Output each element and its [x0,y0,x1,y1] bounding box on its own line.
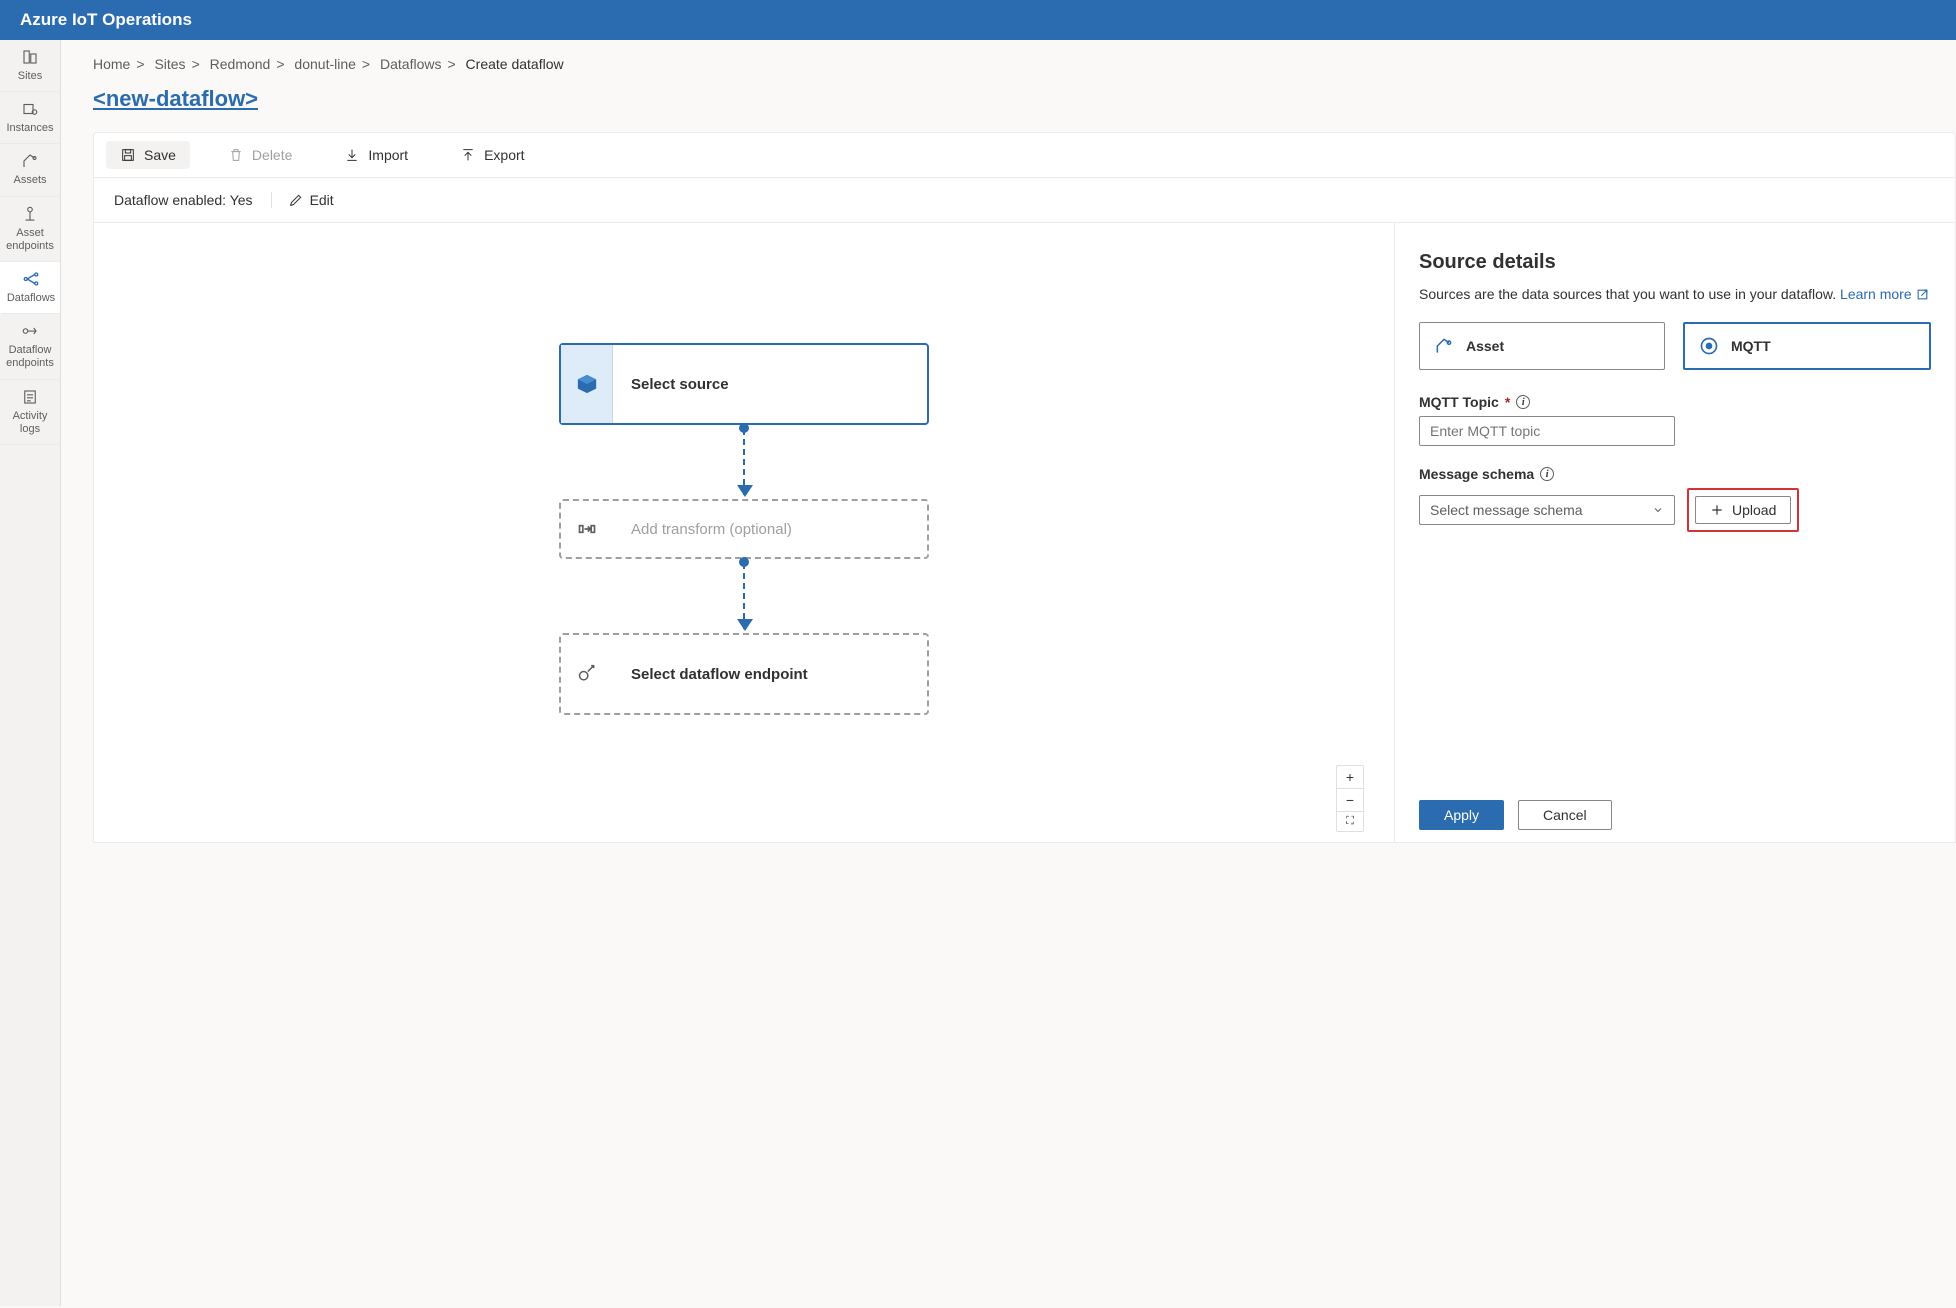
info-icon[interactable]: i [1540,467,1554,481]
breadcrumb-current: Create dataflow [466,56,564,72]
pencil-icon [288,192,304,208]
external-link-icon [1916,288,1929,301]
building-icon [21,48,39,66]
type-label: Asset [1466,338,1504,354]
select-endpoint-node[interactable]: Select dataflow endpoint [559,633,929,715]
sidebar-item-label: Dataflows [7,292,55,305]
app-title: Azure IoT Operations [20,10,192,29]
message-schema-select[interactable]: Select message schema [1419,495,1675,525]
asset-endpoint-icon [21,205,39,223]
plus-icon [1710,503,1724,517]
add-transform-node[interactable]: Add transform (optional) [559,499,929,559]
delete-label: Delete [252,147,292,163]
breadcrumb: Home> Sites> Redmond> donut-line> Datafl… [93,56,1956,72]
source-type-mqtt-button[interactable]: MQTT [1683,322,1931,370]
export-label: Export [484,147,524,163]
upload-highlight: Upload [1687,488,1799,532]
app-header: Azure IoT Operations [0,0,1956,40]
cube-lock-icon [21,100,39,118]
breadcrumb-sites[interactable]: Sites [154,56,185,72]
trash-icon [228,147,244,163]
main-content: Home> Sites> Redmond> donut-line> Datafl… [61,40,1956,1306]
sidebar-item-activity-logs[interactable]: Activity logs [0,380,60,445]
endpoint-icon [21,322,39,340]
breadcrumb-home[interactable]: Home [93,56,130,72]
panel-description: Sources are the data sources that you wa… [1419,286,1931,302]
sidebar-item-dataflow-endpoints[interactable]: Dataflow endpoints [0,314,60,379]
source-type-asset-button[interactable]: Asset [1419,322,1665,370]
apply-button[interactable]: Apply [1419,800,1504,830]
node-label: Select source [613,376,729,393]
arm-icon [1434,336,1454,356]
edit-enabled-button[interactable]: Edit [271,192,334,208]
dataflow-enabled-status: Dataflow enabled: Yes [114,192,253,208]
breadcrumb-dataflows[interactable]: Dataflows [380,56,441,72]
sidebar: Sites Instances Assets Asset endpoints D… [0,40,61,1306]
save-button[interactable]: Save [106,141,190,169]
panel-heading: Source details [1419,251,1931,274]
save-icon [120,147,136,163]
sidebar-item-label: Asset endpoints [2,227,58,253]
save-label: Save [144,147,176,163]
upload-button[interactable]: Upload [1695,496,1791,524]
node-label: Select dataflow endpoint [613,666,808,683]
cancel-button[interactable]: Cancel [1518,800,1612,830]
sidebar-item-asset-endpoints[interactable]: Asset endpoints [0,197,60,262]
zoom-in-button[interactable]: + [1337,766,1363,789]
sidebar-item-label: Sites [18,70,42,83]
source-details-panel: Source details Sources are the data sour… [1395,223,1955,842]
panel-footer: Apply Cancel [1419,788,1612,842]
toolbar: Save Delete Import Export [93,132,1956,178]
zoom-fit-button[interactable]: ⛶ [1337,812,1363,831]
zoom-out-button[interactable]: − [1337,789,1363,812]
message-schema-label: Message schema i [1419,466,1931,482]
mqtt-topic-label: MQTT Topic * i [1419,394,1931,410]
log-icon [21,388,39,406]
import-button[interactable]: Import [330,141,422,169]
sidebar-item-label: Activity logs [2,410,58,436]
dataflow-icon [22,270,40,288]
sidebar-item-instances[interactable]: Instances [0,92,60,144]
info-icon[interactable]: i [1516,395,1530,409]
cube-icon [576,373,598,395]
sidebar-item-label: Assets [13,174,46,187]
select-source-node[interactable]: Select source [559,343,929,425]
sidebar-item-sites[interactable]: Sites [0,40,60,92]
sidebar-item-assets[interactable]: Assets [0,144,60,196]
sidebar-item-label: Instances [6,122,53,135]
required-asterisk: * [1505,394,1510,410]
export-button[interactable]: Export [446,141,538,169]
export-icon [460,147,476,163]
mqtt-icon [1699,336,1719,356]
select-placeholder: Select message schema [1430,502,1583,518]
type-label: MQTT [1731,338,1771,354]
upload-label: Upload [1732,502,1776,518]
learn-more-link[interactable]: Learn more [1840,286,1928,302]
edit-label: Edit [310,192,334,208]
status-bar: Dataflow enabled: Yes Edit [93,178,1956,223]
breadcrumb-redmond[interactable]: Redmond [210,56,271,72]
delete-button: Delete [214,141,306,169]
transform-icon [577,519,597,539]
chevron-down-icon [1652,504,1664,516]
connector [743,429,745,495]
connector [743,563,745,629]
import-label: Import [368,147,408,163]
import-icon [344,147,360,163]
sidebar-item-label: Dataflow endpoints [2,344,58,370]
sidebar-item-dataflows[interactable]: Dataflows [0,262,60,314]
breadcrumb-donut-line[interactable]: donut-line [294,56,356,72]
endpoint-target-icon [577,664,597,684]
zoom-controls: + − ⛶ [1336,765,1364,832]
node-label: Add transform (optional) [613,521,792,538]
arm-icon [21,152,39,170]
mqtt-topic-input[interactable] [1419,416,1675,446]
dataflow-canvas: Select source Add transform (optional) S… [94,223,1395,842]
page-title[interactable]: <new-dataflow> [93,86,258,112]
